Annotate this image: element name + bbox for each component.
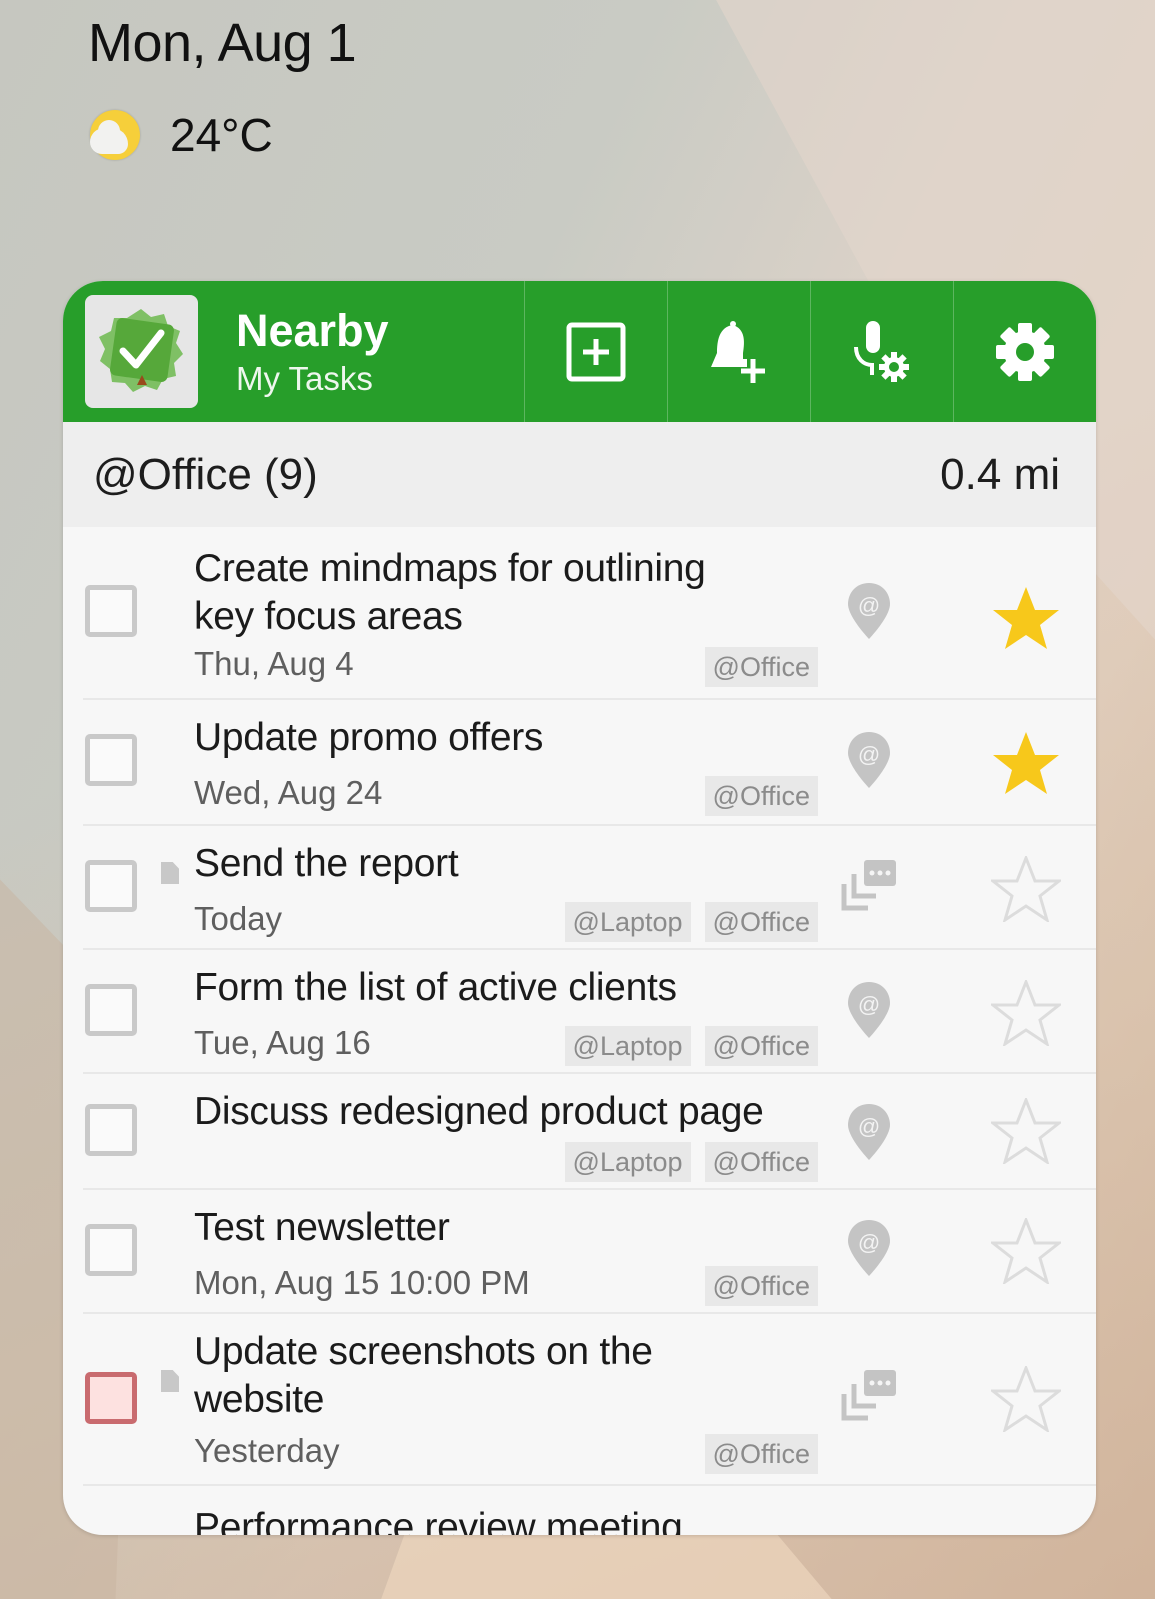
task-title: Test newsletter: [194, 1206, 450, 1249]
widget-subtitle: My Tasks: [236, 359, 373, 397]
task-title: Update promo offers: [194, 716, 544, 759]
task-checkbox[interactable]: [85, 1104, 137, 1156]
task-title: Create mindmaps for outlining key focus …: [194, 547, 706, 638]
svg-text:@: @: [858, 992, 880, 1017]
star-outline-icon[interactable]: [988, 1215, 1064, 1289]
svg-text:@: @: [858, 1114, 880, 1139]
context-tag: @Office: [704, 1026, 818, 1066]
task-row[interactable]: Form the list of active clients Tue, Aug …: [83, 950, 1096, 1074]
group-label: @Office (9): [93, 449, 318, 499]
location-at-icon: @: [846, 980, 892, 1045]
svg-text:@: @: [858, 593, 880, 618]
task-checkbox[interactable]: [85, 734, 137, 786]
group-distance: 0.4 mi: [940, 449, 1060, 499]
context-tag: @Office: [704, 1142, 818, 1182]
star-outline-icon[interactable]: [988, 1363, 1064, 1437]
home-date[interactable]: Mon, Aug 1: [88, 12, 357, 74]
task-checkbox[interactable]: [85, 1224, 137, 1276]
task-due-date: Yesterday: [194, 1432, 340, 1469]
star-filled-icon[interactable]: [991, 730, 1061, 801]
temperature: 24°C: [170, 109, 273, 161]
task-row[interactable]: Performance review meeting: [83, 1486, 1096, 1535]
settings-button[interactable]: [953, 281, 1096, 422]
location-at-icon: @: [846, 730, 892, 795]
task-tags: @Office: [704, 1266, 818, 1306]
location-at-icon: @: [846, 1218, 892, 1283]
svg-text:@: @: [858, 1230, 880, 1255]
task-row[interactable]: Update promo offers Wed, Aug 24 @Office @: [83, 700, 1096, 826]
task-checkbox[interactable]: [85, 1372, 137, 1424]
context-tag: @Office: [704, 647, 818, 687]
task-tags: @Office: [704, 647, 818, 687]
task-row[interactable]: Create mindmaps for outlining key focus …: [83, 527, 1096, 700]
task-title: Discuss redesigned product page: [194, 1090, 764, 1133]
note-icon: [161, 1370, 179, 1392]
task-due-date: Mon, Aug 15 10:00 PM: [194, 1264, 530, 1301]
task-title: Performance review meeting: [194, 1506, 683, 1535]
voice-settings-button[interactable]: [810, 281, 953, 422]
weather-widget[interactable]: 24°C: [88, 108, 273, 162]
subtasks-icon: [840, 1368, 900, 1429]
tree-check-logo-icon[interactable]: [85, 295, 198, 408]
task-row[interactable]: Discuss redesigned product page @Laptop @O…: [83, 1074, 1096, 1190]
context-tag: @Laptop: [564, 902, 691, 942]
group-header[interactable]: @Office (9) 0.4 mi: [63, 422, 1096, 527]
plus-square-icon: [566, 322, 626, 381]
task-row[interactable]: Test newsletter Mon, Aug 15 10:00 PM @Offi…: [83, 1190, 1096, 1314]
task-due-date: Today: [194, 900, 283, 937]
task-tags: @Laptop @Office: [564, 1026, 818, 1066]
add-reminder-button[interactable]: [667, 281, 810, 422]
task-title: Form the list of active clients: [194, 966, 677, 1009]
widget-title-area[interactable]: Nearby My Tasks: [63, 281, 524, 422]
task-tags: @Office: [704, 1434, 818, 1474]
context-tag: @Office: [704, 776, 818, 816]
task-due-date: Thu, Aug 4: [194, 645, 354, 682]
partly-cloudy-icon: [88, 108, 142, 162]
context-tag: @Laptop: [564, 1026, 691, 1066]
task-due-date: Wed, Aug 24: [194, 774, 383, 811]
location-at-icon: @: [846, 1102, 892, 1167]
bell-plus-icon: [711, 320, 765, 383]
task-tags: @Laptop @Office: [564, 902, 818, 942]
task-tags: @Office: [704, 776, 818, 816]
add-task-button[interactable]: [524, 281, 667, 422]
task-row[interactable]: Send the report Today @Laptop @Office: [83, 826, 1096, 950]
note-icon: [161, 862, 179, 884]
context-tag: @Office: [704, 1266, 818, 1306]
task-title: Send the report: [194, 842, 459, 885]
widget-title: Nearby: [236, 304, 389, 356]
gear-icon: [996, 322, 1054, 381]
star-outline-icon[interactable]: [988, 853, 1064, 927]
task-list: Create mindmaps for outlining key focus …: [63, 527, 1096, 1535]
context-tag: @Laptop: [564, 1142, 691, 1182]
context-tag: @Office: [704, 1434, 818, 1474]
task-checkbox[interactable]: [85, 585, 137, 637]
svg-text:@: @: [858, 742, 880, 767]
tasks-widget: Nearby My Tasks @Office (9) 0.4 mi Creat…: [63, 281, 1096, 1535]
mic-gear-icon: [854, 320, 909, 382]
star-filled-icon[interactable]: [991, 585, 1061, 656]
task-tags: @Laptop @Office: [564, 1142, 818, 1182]
star-outline-icon[interactable]: [988, 1095, 1064, 1169]
location-at-icon: @: [846, 581, 892, 646]
task-checkbox[interactable]: [85, 984, 137, 1036]
task-due-date: Tue, Aug 16: [194, 1024, 371, 1061]
task-title: Update screenshots on the website: [194, 1330, 653, 1421]
task-row[interactable]: Update screenshots on the website Yesterd…: [83, 1314, 1096, 1486]
subtasks-icon: [840, 858, 900, 919]
task-checkbox[interactable]: [85, 860, 137, 912]
context-tag: @Office: [704, 902, 818, 942]
widget-header: Nearby My Tasks: [63, 281, 1096, 422]
star-outline-icon[interactable]: [988, 977, 1064, 1051]
